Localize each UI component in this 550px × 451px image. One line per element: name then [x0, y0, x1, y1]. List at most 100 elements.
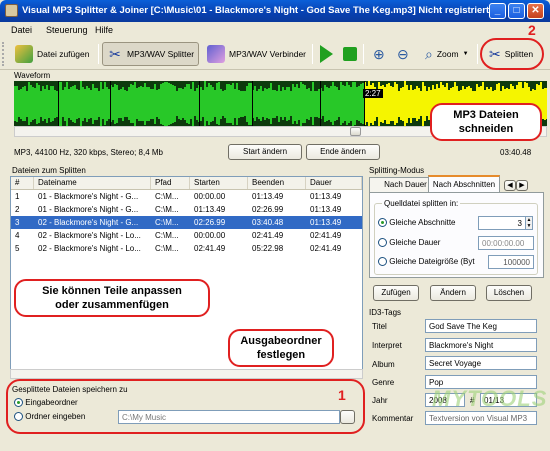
toolbar-separator — [312, 44, 313, 64]
tab-scroll-left[interactable]: ◀ — [504, 180, 516, 191]
option-equal-duration[interactable]: Gleiche Dauer — [378, 238, 441, 248]
radio-equal-duration[interactable] — [378, 238, 387, 248]
delete-button[interactable]: Löschen — [486, 285, 532, 301]
menu-hilfe[interactable]: Hilfe — [95, 25, 113, 35]
change-button[interactable]: Ändern — [430, 285, 476, 301]
option-equal-size-label: Gleiche Dateigröße (Byt — [389, 257, 475, 266]
callout-parts: Sie können Teile anpassen oder zusammenf… — [14, 279, 210, 317]
change-start-button[interactable]: Start ändern — [228, 144, 302, 160]
option-equal-size[interactable]: Gleiche Dateigröße (Byt — [378, 257, 475, 267]
column-header-start[interactable]: Starten — [190, 177, 248, 189]
table-cell: 02 - Blackmore's Night - Lo... — [38, 244, 141, 253]
menu-datei[interactable]: Datei — [11, 25, 32, 35]
minimize-button[interactable]: _ — [489, 3, 506, 19]
equal-size-input[interactable]: 100000 — [488, 255, 534, 269]
option-equal-duration-label: Gleiche Dauer — [389, 238, 441, 247]
table-row[interactable]: 1 01 - Blackmore's Night - G... C:\M... 00:… — [11, 190, 362, 203]
scrollbar-thumb[interactable] — [350, 127, 361, 136]
split-marker[interactable] — [364, 81, 365, 126]
table-cell: 00:00.00 — [194, 192, 226, 201]
file-info: MP3, 44100 Hz, 320 kbps, Stereo; 8,4 Mb — [14, 148, 163, 157]
menu-steuerung[interactable]: Steuerung — [46, 25, 88, 35]
window-title: Visual MP3 Splitter & Joiner [C:\Music\0… — [22, 5, 490, 16]
add-file-button[interactable]: Datei zufügen — [10, 42, 94, 66]
chevron-right-icon: ▶ — [519, 182, 525, 189]
table-cell: C:\M... — [155, 244, 179, 253]
joiner-label: MP3/WAV Verbinder — [229, 49, 307, 59]
table-cell: 01 - Blackmore's Night - G... — [38, 192, 139, 201]
split-marker[interactable] — [58, 81, 59, 126]
column-header-duration[interactable]: Dauer — [306, 177, 362, 189]
table-cell: 1 — [15, 192, 20, 201]
app-icon — [5, 4, 18, 17]
radio-equal-parts[interactable] — [378, 218, 387, 228]
callout-number-split: 2 — [528, 22, 536, 38]
table-cell: 2 — [15, 205, 20, 214]
waveform-label: Waveform — [14, 71, 51, 80]
play-button[interactable] — [317, 42, 336, 66]
table-body: 1 01 - Blackmore's Night - G... C:\M... 00:… — [11, 190, 362, 255]
zoom-out-icon: ⊖ — [397, 45, 409, 62]
table-cell: 02:26.99 — [194, 218, 226, 227]
callout-number-output: 1 — [338, 387, 346, 403]
table-row[interactable]: 5 02 - Blackmore's Night - Lo... C:\M... 02… — [11, 242, 362, 255]
equal-parts-input[interactable]: 3 — [478, 216, 526, 230]
file-table-scrollbar[interactable] — [10, 369, 363, 379]
table-cell: 03:40.48 — [252, 218, 284, 227]
album-input[interactable]: Secret Voyage — [425, 356, 537, 370]
splitter-button[interactable]: ✂ MP3/WAV Splitter — [102, 42, 200, 66]
callout-output-line2: festlegen — [256, 349, 306, 361]
callout-ring-split — [480, 38, 544, 70]
artist-label: Interpret — [372, 341, 402, 350]
column-header-end[interactable]: Beenden — [248, 177, 306, 189]
magnifier-icon: ⌕ — [425, 45, 433, 62]
table-row[interactable]: 4 02 - Blackmore's Night - Lo... C:\M... 00… — [11, 229, 362, 242]
tab-scroll-right[interactable]: ▶ — [516, 180, 528, 191]
scissors-icon: ✂ — [109, 46, 121, 62]
maximize-button[interactable]: □ — [508, 3, 525, 19]
table-cell: 05:22.98 — [252, 244, 284, 253]
tab-panel: Quelldatei splitten in: Gleiche Abschnit… — [369, 192, 544, 278]
year-label: Jahr — [372, 396, 388, 405]
zoom-dropdown[interactable]: ⌕ Zoom ▼ — [420, 42, 474, 66]
waveform-marker-time: 2:27 — [363, 89, 383, 98]
tab-by-sections[interactable]: Nach Abschnitten — [428, 175, 500, 192]
table-row[interactable]: 2 01 - Blackmore's Night - G... C:\M... 01:… — [11, 203, 362, 216]
add-file-label: Datei zufügen — [37, 49, 90, 59]
equal-parts-spinner[interactable]: ▲ ▼ — [525, 216, 533, 230]
close-button[interactable]: ✕ — [527, 3, 544, 19]
table-cell: 01:13.49 — [310, 192, 342, 201]
artist-input[interactable]: Blackmore's Night — [425, 338, 537, 352]
split-marker[interactable] — [110, 81, 111, 126]
id3-label: ID3-Tags — [369, 308, 402, 317]
radio-equal-size[interactable] — [378, 257, 387, 267]
table-cell: 5 — [15, 244, 20, 253]
change-end-button[interactable]: Ende ändern — [306, 144, 380, 160]
column-header-number[interactable]: # — [11, 177, 34, 189]
joiner-button[interactable]: MP3/WAV Verbinder — [202, 42, 311, 66]
album-label: Album — [372, 360, 395, 369]
table-cell: C:\M... — [155, 231, 179, 240]
callout-split: MP3 Dateien schneiden — [430, 103, 542, 141]
option-equal-parts[interactable]: Gleiche Abschnitte — [378, 218, 456, 228]
zoom-in-button[interactable]: ⊕ — [370, 42, 388, 66]
equal-duration-input[interactable]: 00:00:00.00 — [478, 236, 534, 250]
split-marker[interactable] — [199, 81, 200, 126]
splitting-mode-label: Splitting-Modus — [369, 166, 425, 175]
stop-button[interactable] — [340, 42, 360, 66]
table-cell: 02 - Blackmore's Night - G... — [38, 218, 139, 227]
add-button[interactable]: Zufügen — [373, 285, 419, 301]
split-marker[interactable] — [252, 81, 253, 126]
waveform-bar — [546, 88, 547, 119]
toolbar-separator — [98, 44, 99, 64]
zoom-out-button[interactable]: ⊖ — [394, 42, 412, 66]
title-input[interactable]: God Save The Keg — [425, 319, 537, 333]
column-header-path[interactable]: Pfad — [151, 177, 190, 189]
zoom-in-icon: ⊕ — [373, 45, 385, 62]
split-marker[interactable] — [320, 81, 321, 126]
column-header-filename[interactable]: Dateiname — [34, 177, 151, 189]
total-time: 03:40.48 — [500, 148, 532, 157]
callout-output-line1: Ausgabeordner — [240, 335, 322, 347]
table-row[interactable]: 3 02 - Blackmore's Night - G... C:\M... 02:… — [11, 216, 362, 229]
joiner-icon — [207, 45, 225, 63]
